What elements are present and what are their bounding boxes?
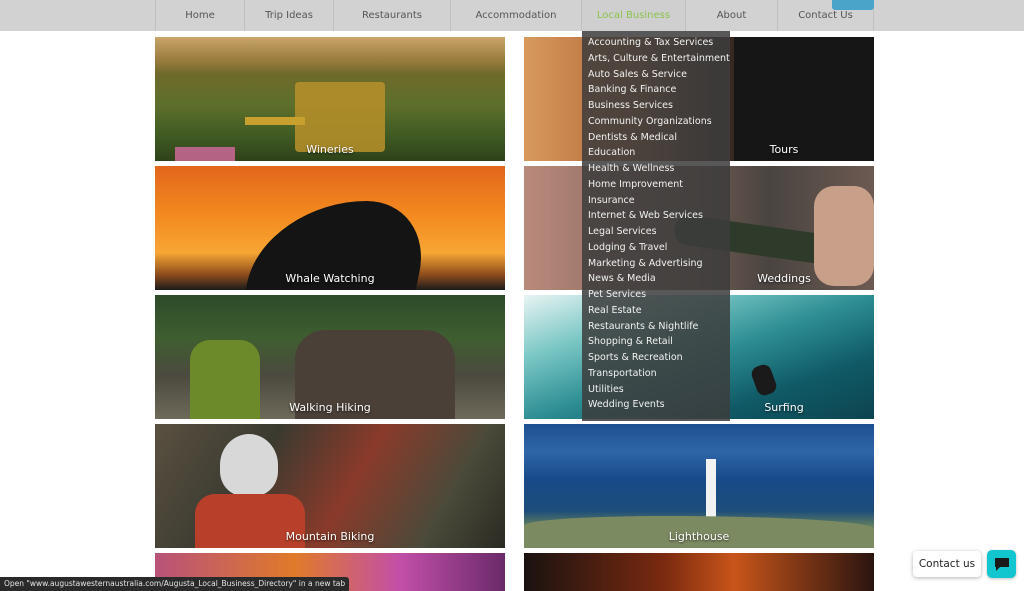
link-status-bar: Open "www.augustawesternaustralia.com/Au…	[0, 577, 350, 591]
dropdown-item-shopping[interactable]: Shopping & Retail	[582, 334, 730, 350]
harvester-arm-shape	[245, 117, 305, 125]
dropdown-item-internet[interactable]: Internet & Web Services	[582, 208, 730, 224]
dropdown-item-lodging[interactable]: Lodging & Travel	[582, 240, 730, 256]
local-business-dropdown: Accounting & Tax Services Arts, Culture …	[582, 31, 730, 421]
dropdown-item-real-estate[interactable]: Real Estate	[582, 303, 730, 319]
nav-item-local-business[interactable]: Local Business	[582, 0, 686, 31]
dropdown-item-business-services[interactable]: Business Services	[582, 98, 730, 114]
nav-item-home[interactable]: Home	[155, 0, 245, 31]
nav-item-accommodation[interactable]: Accommodation	[451, 0, 582, 31]
helmet-shape	[220, 434, 278, 496]
harvester-shape	[295, 82, 385, 152]
dropdown-item-accounting[interactable]: Accounting & Tax Services	[582, 35, 730, 51]
tile-partial-right[interactable]	[524, 553, 874, 591]
tile-label: Mountain Biking	[285, 530, 375, 543]
hand-shape	[814, 186, 874, 286]
dropdown-item-restaurants[interactable]: Restaurants & Nightlife	[582, 319, 730, 335]
nav-item-trip-ideas[interactable]: Trip Ideas	[245, 0, 334, 31]
tile-wineries[interactable]: Wineries	[155, 37, 505, 161]
dropdown-item-news[interactable]: News & Media	[582, 271, 730, 287]
dropdown-item-banking[interactable]: Banking & Finance	[582, 82, 730, 98]
dropdown-item-pet[interactable]: Pet Services	[582, 287, 730, 303]
dropdown-item-insurance[interactable]: Insurance	[582, 193, 730, 209]
nav-menu: Home Trip Ideas Restaurants Accommodatio…	[155, 0, 874, 31]
dropdown-item-wedding-events[interactable]: Wedding Events	[582, 397, 730, 413]
tile-label: Wineries	[306, 143, 354, 156]
chat-icon	[994, 557, 1009, 571]
tile-label: Lighthouse	[668, 530, 730, 543]
dropdown-item-utilities[interactable]: Utilities	[582, 382, 730, 398]
page: Home Trip Ideas Restaurants Accommodatio…	[0, 0, 1024, 591]
tile-lighthouse[interactable]: Lighthouse	[524, 424, 874, 548]
dropdown-item-legal[interactable]: Legal Services	[582, 224, 730, 240]
nav-item-restaurants[interactable]: Restaurants	[334, 0, 451, 31]
dropdown-item-arts[interactable]: Arts, Culture & Entertainment	[582, 51, 730, 67]
tile-label: Walking Hiking	[289, 401, 371, 414]
dropdown-item-health[interactable]: Health & Wellness	[582, 161, 730, 177]
chat-button[interactable]	[987, 550, 1016, 578]
contact-us-label[interactable]: Contact us	[913, 551, 981, 577]
dropdown-item-marketing[interactable]: Marketing & Advertising	[582, 256, 730, 272]
dropdown-item-transportation[interactable]: Transportation	[582, 366, 730, 382]
tile-label: Whale Watching	[285, 272, 375, 285]
tile-walking-hiking[interactable]: Walking Hiking	[155, 295, 505, 419]
nav-item-about[interactable]: About	[686, 0, 778, 31]
top-nav: Home Trip Ideas Restaurants Accommodatio…	[0, 0, 1024, 31]
top-corner-badge[interactable]	[832, 0, 874, 10]
tile-whale-watching[interactable]: Whale Watching	[155, 166, 505, 290]
dropdown-item-sports[interactable]: Sports & Recreation	[582, 350, 730, 366]
dropdown-item-home-improvement[interactable]: Home Improvement	[582, 177, 730, 193]
dropdown-item-dentists[interactable]: Dentists & Medical	[582, 130, 730, 146]
dropdown-item-community[interactable]: Community Organizations	[582, 114, 730, 130]
dropdown-item-education[interactable]: Education	[582, 145, 730, 161]
tile-mountain-biking[interactable]: Mountain Biking	[155, 424, 505, 548]
lighthouse-shape	[706, 459, 716, 519]
surfer-shape	[749, 362, 779, 398]
dropdown-item-auto[interactable]: Auto Sales & Service	[582, 67, 730, 83]
